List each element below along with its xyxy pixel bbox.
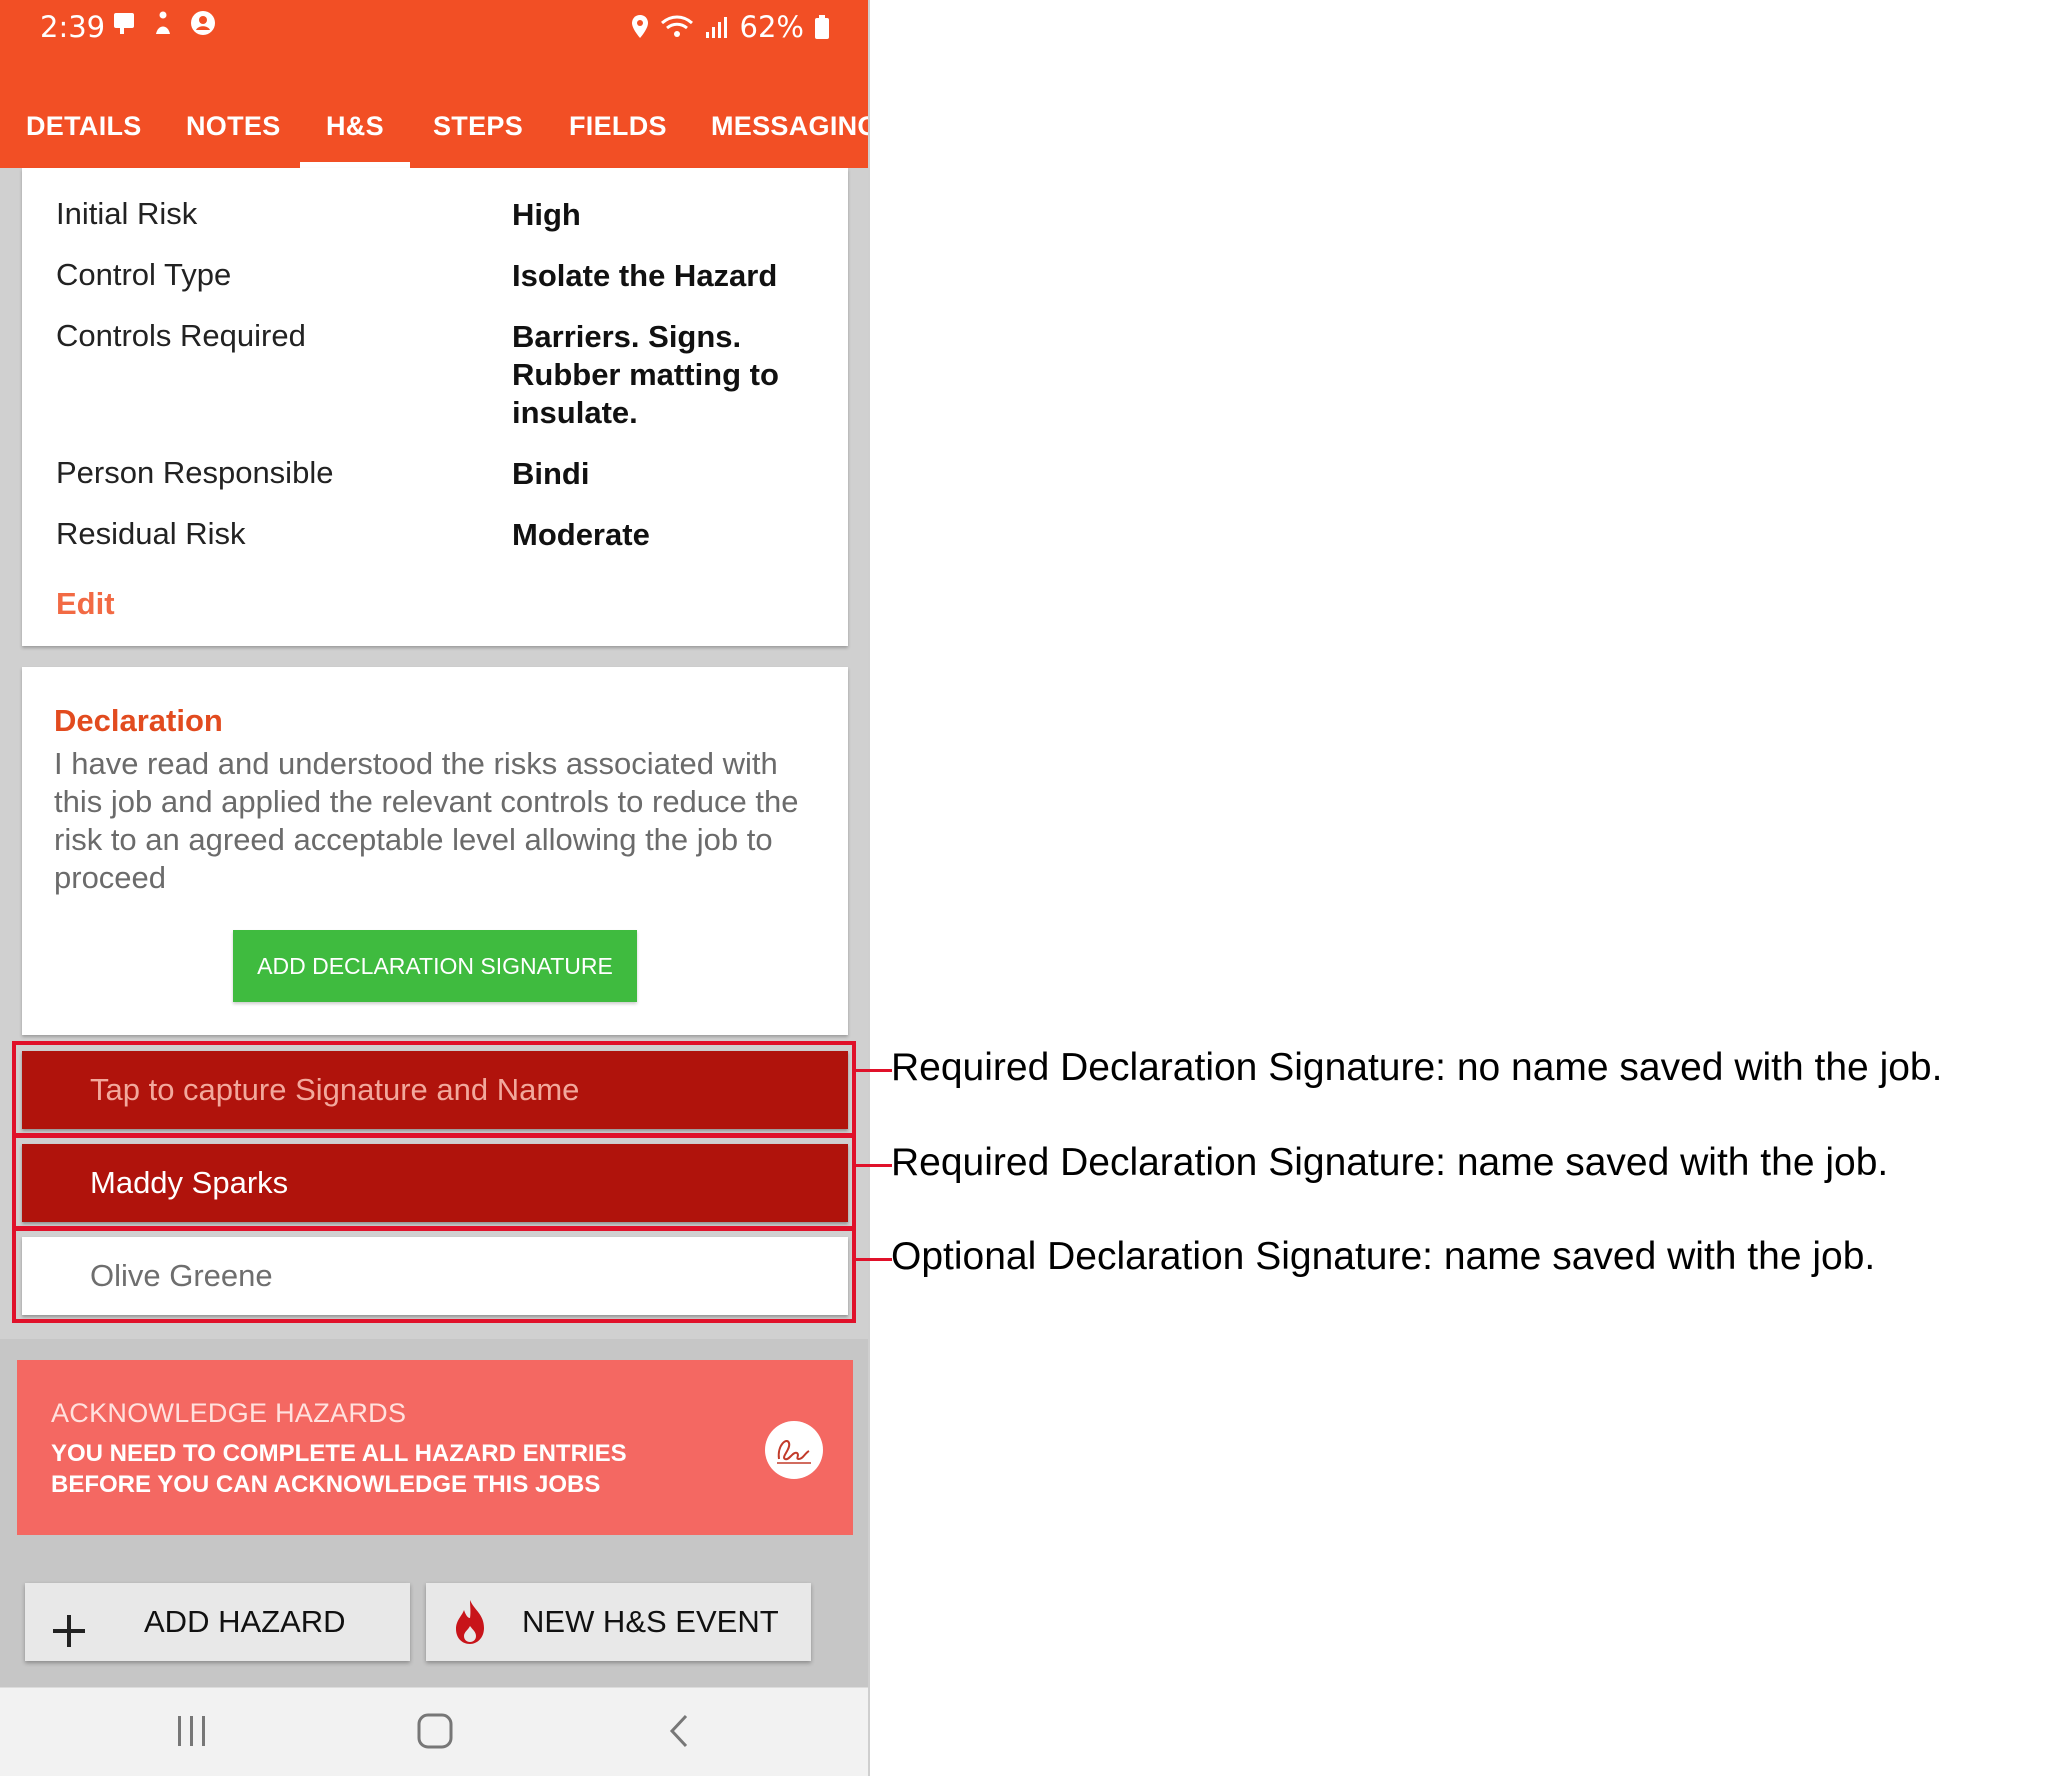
status-bar: 2:39 62% [0, 0, 868, 58]
tab-messaging[interactable]: MESSAGING [711, 102, 868, 168]
tab-details[interactable]: DETAILS [26, 102, 142, 168]
annotation-required-named: Required Declaration Signature: name sav… [891, 1141, 1889, 1184]
highlight-box [12, 1134, 856, 1230]
row-label: Residual Risk [56, 516, 246, 551]
accessibility-icon [152, 10, 174, 36]
annotation-optional-named: Optional Declaration Signature: name sav… [891, 1235, 1876, 1278]
tab-hs[interactable]: H&S [300, 102, 410, 168]
signature-pen-icon[interactable] [765, 1421, 823, 1479]
row-value: Bindi [512, 456, 590, 491]
battery-percent: 62% [739, 10, 804, 44]
row-label: Controls Required [56, 318, 306, 353]
recent-apps-icon[interactable] [174, 1712, 210, 1755]
acknowledge-hazards-banner[interactable]: ACKNOWLEDGE HAZARDS YOU NEED TO COMPLETE… [17, 1360, 853, 1535]
row-value: Moderate [512, 517, 650, 552]
system-nav-bar [0, 1687, 868, 1776]
app-header: 2:39 62% DETAILS NOTES H&S STEPS FIELDS … [0, 0, 868, 168]
tab-steps[interactable]: STEPS [433, 102, 523, 168]
highlight-box [12, 1041, 856, 1137]
acknowledge-message: YOU NEED TO COMPLETE ALL HAZARD ENTRIES … [51, 1440, 627, 1498]
wifi-icon [660, 14, 694, 40]
tab-bar: DETAILS NOTES H&S STEPS FIELDS MESSAGING [0, 96, 868, 168]
row-value: Barriers. Signs. Rubber matting to insul… [512, 319, 779, 430]
declaration-card: Declaration I have read and understood t… [22, 667, 848, 1035]
tab-fields[interactable]: FIELDS [569, 102, 667, 168]
row-label: Person Responsible [56, 455, 334, 490]
annotation-required-no-name: Required Declaration Signature: no name … [891, 1046, 1943, 1089]
status-time: 2:39 [40, 10, 106, 44]
highlight-box [12, 1227, 856, 1323]
row-label: Initial Risk [56, 196, 198, 231]
edit-link[interactable]: Edit [56, 586, 115, 622]
new-hs-event-button[interactable]: NEW H&S EVENT [426, 1583, 811, 1661]
tab-notes[interactable]: NOTES [186, 102, 281, 168]
acknowledge-title: ACKNOWLEDGE HAZARDS [51, 1398, 407, 1428]
annotation-connector [856, 1069, 892, 1072]
notification-icon [112, 10, 136, 36]
row-value: High [512, 197, 581, 232]
add-hazard-label: ADD HAZARD [144, 1604, 346, 1639]
hazard-details-card: Initial Risk High Control Type Isolate t… [22, 168, 848, 646]
signal-icon [704, 15, 730, 39]
home-icon[interactable] [416, 1712, 454, 1755]
annotation-connector [856, 1258, 892, 1261]
back-icon[interactable] [664, 1712, 692, 1755]
fire-icon [450, 1597, 490, 1675]
battery-icon [814, 14, 830, 40]
row-value: Isolate the Hazard [512, 258, 778, 293]
declaration-text: I have read and understood the risks ass… [54, 746, 799, 895]
row-label: Control Type [56, 257, 232, 292]
declaration-title: Declaration [54, 703, 223, 738]
annotation-connector [856, 1164, 892, 1167]
add-declaration-signature-button[interactable]: ADD DECLARATION SIGNATURE [233, 930, 637, 1002]
add-hazard-button[interactable]: ADD HAZARD [25, 1583, 410, 1661]
location-icon [630, 13, 650, 41]
new-hs-event-label: NEW H&S EVENT [522, 1604, 779, 1639]
account-icon [190, 10, 216, 36]
phone-screen: 2:39 62% DETAILS NOTES H&S STEPS FIELDS … [0, 0, 870, 1776]
plus-icon [49, 1602, 89, 1680]
